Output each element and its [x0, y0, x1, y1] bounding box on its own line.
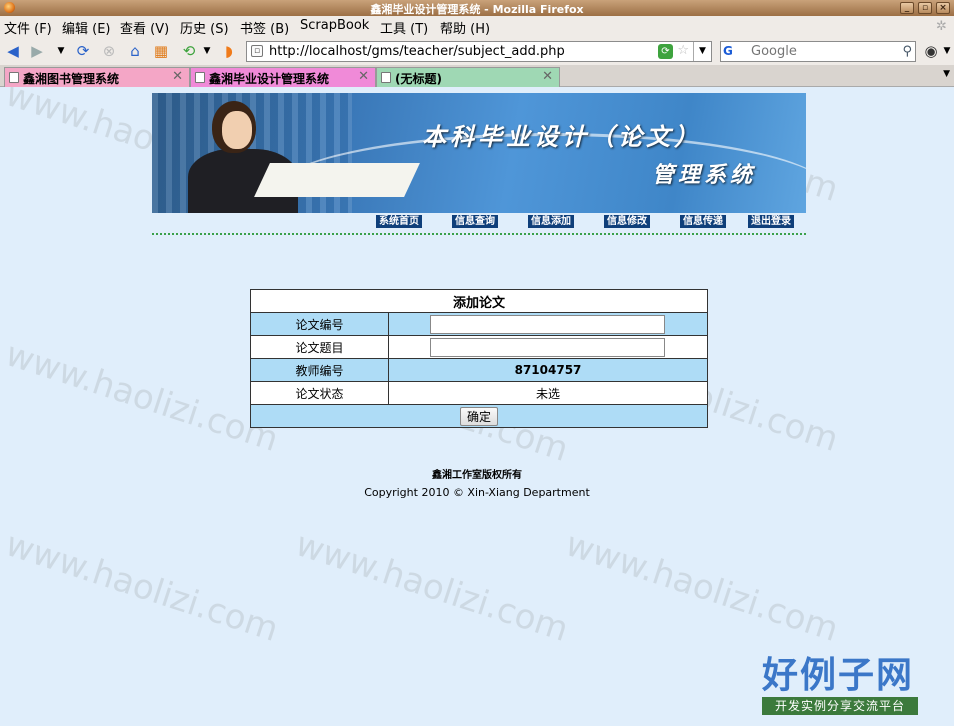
tab-untitled[interactable]: (无标题) ✕	[376, 67, 560, 87]
nav-add[interactable]: 信息添加	[528, 215, 574, 228]
tab-label: (无标题)	[395, 72, 442, 86]
haolizi-logo: 好例子网 开发实例分享交流平台	[762, 655, 918, 715]
banner-subtitle: 管理系统	[652, 162, 757, 188]
site-banner: 本科毕业设计（论文） 管理系统	[152, 93, 806, 213]
banner-title: 本科毕业设计（论文）	[422, 122, 702, 151]
url-dropdown-icon[interactable]: ▼	[693, 42, 711, 61]
search-engine-icon[interactable]: G	[723, 44, 749, 59]
go-icon[interactable]: ⟳	[658, 44, 673, 59]
copyright-owner: 鑫湘工作室版权所有	[432, 470, 522, 481]
tab-label: 鑫湘毕业设计管理系统	[209, 72, 330, 86]
menu-history[interactable]: 历史 (S)	[180, 18, 229, 37]
close-window-button[interactable]: ×	[936, 2, 950, 14]
thesis-id-input[interactable]	[430, 314, 665, 334]
thesis-id-cell	[388, 312, 708, 336]
form-row: 论文题目	[250, 335, 708, 359]
site-icon: ▫	[251, 45, 263, 57]
nav-edit[interactable]: 信息修改	[604, 215, 650, 228]
menu-view[interactable]: 查看 (V)	[120, 18, 169, 37]
menu-file[interactable]: 文件 (F)	[4, 18, 52, 37]
home-icon[interactable]: ⌂	[126, 42, 144, 60]
apps-icon[interactable]: ▦	[152, 42, 170, 60]
thesis-status-label: 论文状态	[250, 381, 389, 405]
watermark: www.haolizi.com	[290, 524, 574, 650]
logo-title: 好例子网	[762, 654, 915, 696]
camera-dropdown-icon[interactable]: ▼	[938, 42, 954, 60]
form-row: 教师编号 87104757	[250, 358, 708, 382]
thesis-id-label: 论文编号	[250, 312, 389, 336]
menu-help[interactable]: 帮助 (H)	[440, 18, 490, 37]
page-icon	[9, 72, 19, 83]
window-title-bar: 鑫湘毕业设计管理系统 - Mozilla Firefox _ ▫ ×	[0, 0, 954, 16]
navigation-toolbar: ◀ ▶ ▼ ⟳ ⊗ ⌂ ▦ ⟲ ▼ ◗ ▫ http://localhost/g…	[0, 37, 954, 65]
close-tab-icon[interactable]: ✕	[542, 69, 553, 84]
thesis-title-label: 论文题目	[250, 335, 389, 359]
close-tab-icon[interactable]: ✕	[172, 69, 183, 84]
tab-library-system[interactable]: 鑫湘图书管理系统 ✕	[4, 67, 190, 87]
add-thesis-form: 添加论文 论文编号 论文题目 教师编号 87104757 论文状态 未选 确定	[250, 289, 708, 428]
history-dropdown-icon[interactable]: ▼	[52, 42, 70, 60]
teacher-id-label: 教师编号	[250, 358, 389, 382]
copyright-text: Copyright 2010 © Xin-Xiang Department	[364, 486, 590, 499]
nav-transfer[interactable]: 信息传递	[680, 215, 726, 228]
close-tab-icon[interactable]: ✕	[358, 69, 369, 84]
watermark: www.haolizi.com	[0, 524, 284, 650]
thesis-status-value: 未选	[388, 381, 708, 405]
form-row: 论文状态 未选	[250, 381, 708, 405]
nav-home[interactable]: 系统首页	[376, 215, 422, 228]
maximize-button[interactable]: ▫	[918, 2, 932, 14]
back-icon[interactable]: ◀	[4, 42, 22, 60]
thesis-title-cell	[388, 335, 708, 359]
stop-icon[interactable]: ⊗	[100, 42, 118, 60]
reload-icon[interactable]: ⟳	[74, 42, 92, 60]
window-title: 鑫湘毕业设计管理系统 - Mozilla Firefox	[370, 3, 584, 16]
form-title: 添加论文	[250, 289, 708, 313]
forward-icon[interactable]: ▶	[28, 42, 46, 60]
menu-bar: 文件 (F) 编辑 (E) 查看 (V) 历史 (S) 书签 (B) Scrap…	[0, 16, 954, 37]
url-text[interactable]: http://localhost/gms/teacher/subject_add…	[269, 44, 565, 59]
rss-icon[interactable]: ◗	[220, 42, 238, 60]
bookmark-star-icon[interactable]: ☆	[677, 43, 689, 58]
divider	[152, 233, 806, 236]
watermark: www.haolizi.com	[0, 334, 284, 460]
logo-slogan: 开发实例分享交流平台	[762, 697, 918, 715]
page-content: www.haolizi.com www.haolizi.com www.haol…	[0, 87, 954, 726]
tab-bar: 鑫湘图书管理系统 ✕ 鑫湘毕业设计管理系统 ✕ (无标题) ✕ ▼	[0, 65, 954, 87]
page-icon	[195, 72, 205, 83]
tab-list-icon[interactable]: ▼	[943, 69, 950, 79]
menu-bookmarks[interactable]: 书签 (B)	[240, 18, 289, 37]
person-face-graphic	[222, 111, 252, 149]
throbber-icon: ✲	[936, 19, 947, 34]
submit-cell: 确定	[250, 404, 708, 428]
menu-edit[interactable]: 编辑 (E)	[62, 18, 111, 37]
nav-logout[interactable]: 退出登录	[748, 215, 794, 228]
tab-label: 鑫湘图书管理系统	[23, 72, 120, 86]
tab-graduation-system[interactable]: 鑫湘毕业设计管理系统 ✕	[190, 67, 376, 87]
submit-button[interactable]: 确定	[459, 406, 498, 426]
sync-dropdown-icon[interactable]: ▼	[198, 42, 216, 60]
minimize-button[interactable]: _	[900, 2, 914, 14]
menu-scrapbook[interactable]: ScrapBook	[300, 18, 369, 33]
form-row: 论文编号	[250, 312, 708, 336]
paper-graphic	[254, 163, 420, 197]
search-input[interactable]	[751, 43, 891, 60]
url-bar[interactable]: ▫ http://localhost/gms/teacher/subject_a…	[246, 41, 712, 62]
thesis-title-input[interactable]	[430, 337, 665, 357]
menu-tools[interactable]: 工具 (T)	[380, 18, 428, 37]
sync-icon[interactable]: ⟲	[180, 42, 198, 60]
search-bar[interactable]: G ⚲	[720, 41, 916, 62]
nav-query[interactable]: 信息查询	[452, 215, 498, 228]
page-icon	[381, 72, 391, 83]
form-row: 确定	[250, 404, 708, 428]
teacher-id-value: 87104757	[388, 358, 708, 382]
search-icon[interactable]: ⚲	[902, 44, 912, 59]
watermark: www.haolizi.com	[560, 524, 844, 650]
